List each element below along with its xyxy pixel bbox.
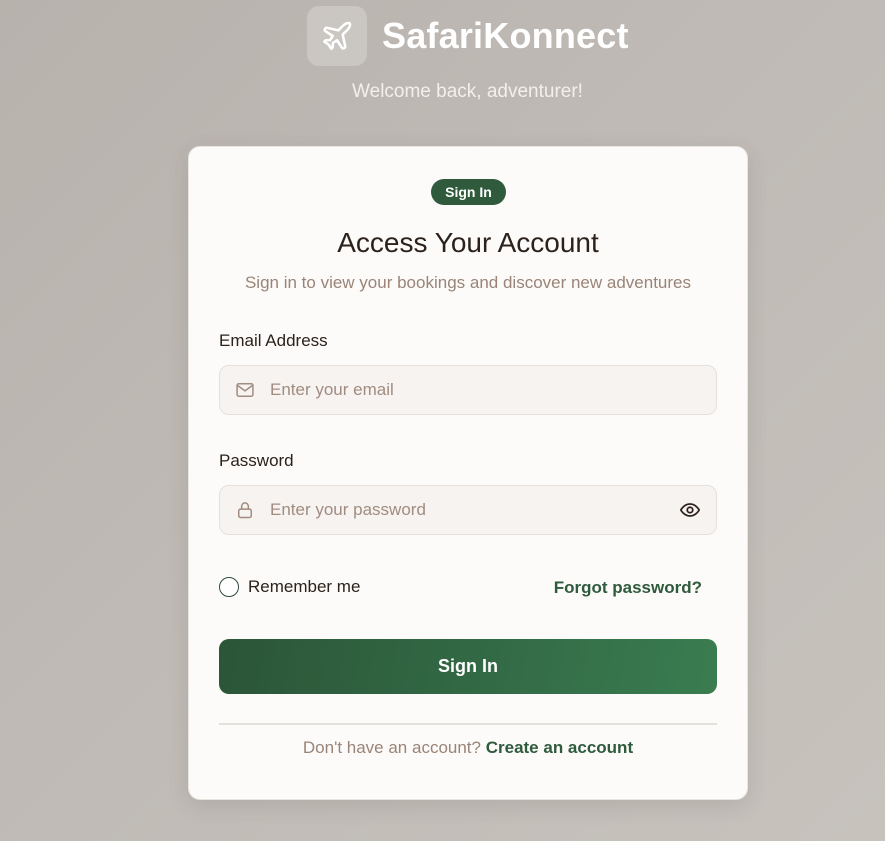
- remember-me-label: Remember me: [248, 577, 361, 596]
- welcome-message: Welcome back, adventurer!: [352, 81, 583, 102]
- brand-name: SafariKonnect: [382, 15, 629, 56]
- forgot-password-link[interactable]: Forgot password?: [554, 578, 702, 598]
- email-field-wrapper[interactable]: [219, 365, 717, 415]
- brand-header: SafariKonnect: [307, 6, 629, 66]
- remember-me-checkbox[interactable]: [219, 577, 239, 597]
- remember-me[interactable]: Remember me: [219, 577, 360, 597]
- signin-button[interactable]: Sign In: [219, 639, 717, 694]
- card-subtitle: Sign in to view your bookings and discov…: [244, 273, 692, 292]
- signin-badge: Sign In: [431, 179, 506, 205]
- signup-prompt-text: Don't have an account?: [302, 738, 481, 757]
- card-title: Access Your Account: [337, 227, 599, 258]
- mail-icon: [235, 380, 255, 400]
- airplane-icon: [307, 6, 367, 66]
- password-field[interactable]: [270, 486, 678, 534]
- signin-card: Sign In Access Your Account Sign in to v…: [188, 146, 748, 800]
- eye-icon[interactable]: [678, 498, 702, 522]
- password-field-wrapper[interactable]: [219, 485, 717, 535]
- email-field[interactable]: [270, 366, 716, 414]
- create-account-link[interactable]: Create an account: [486, 738, 633, 757]
- email-label: Email Address: [219, 331, 328, 350]
- signup-prompt: Don't have an account? Create an account: [189, 738, 747, 758]
- lock-icon: [235, 500, 255, 520]
- divider: [219, 723, 717, 725]
- password-label: Password: [219, 451, 294, 470]
